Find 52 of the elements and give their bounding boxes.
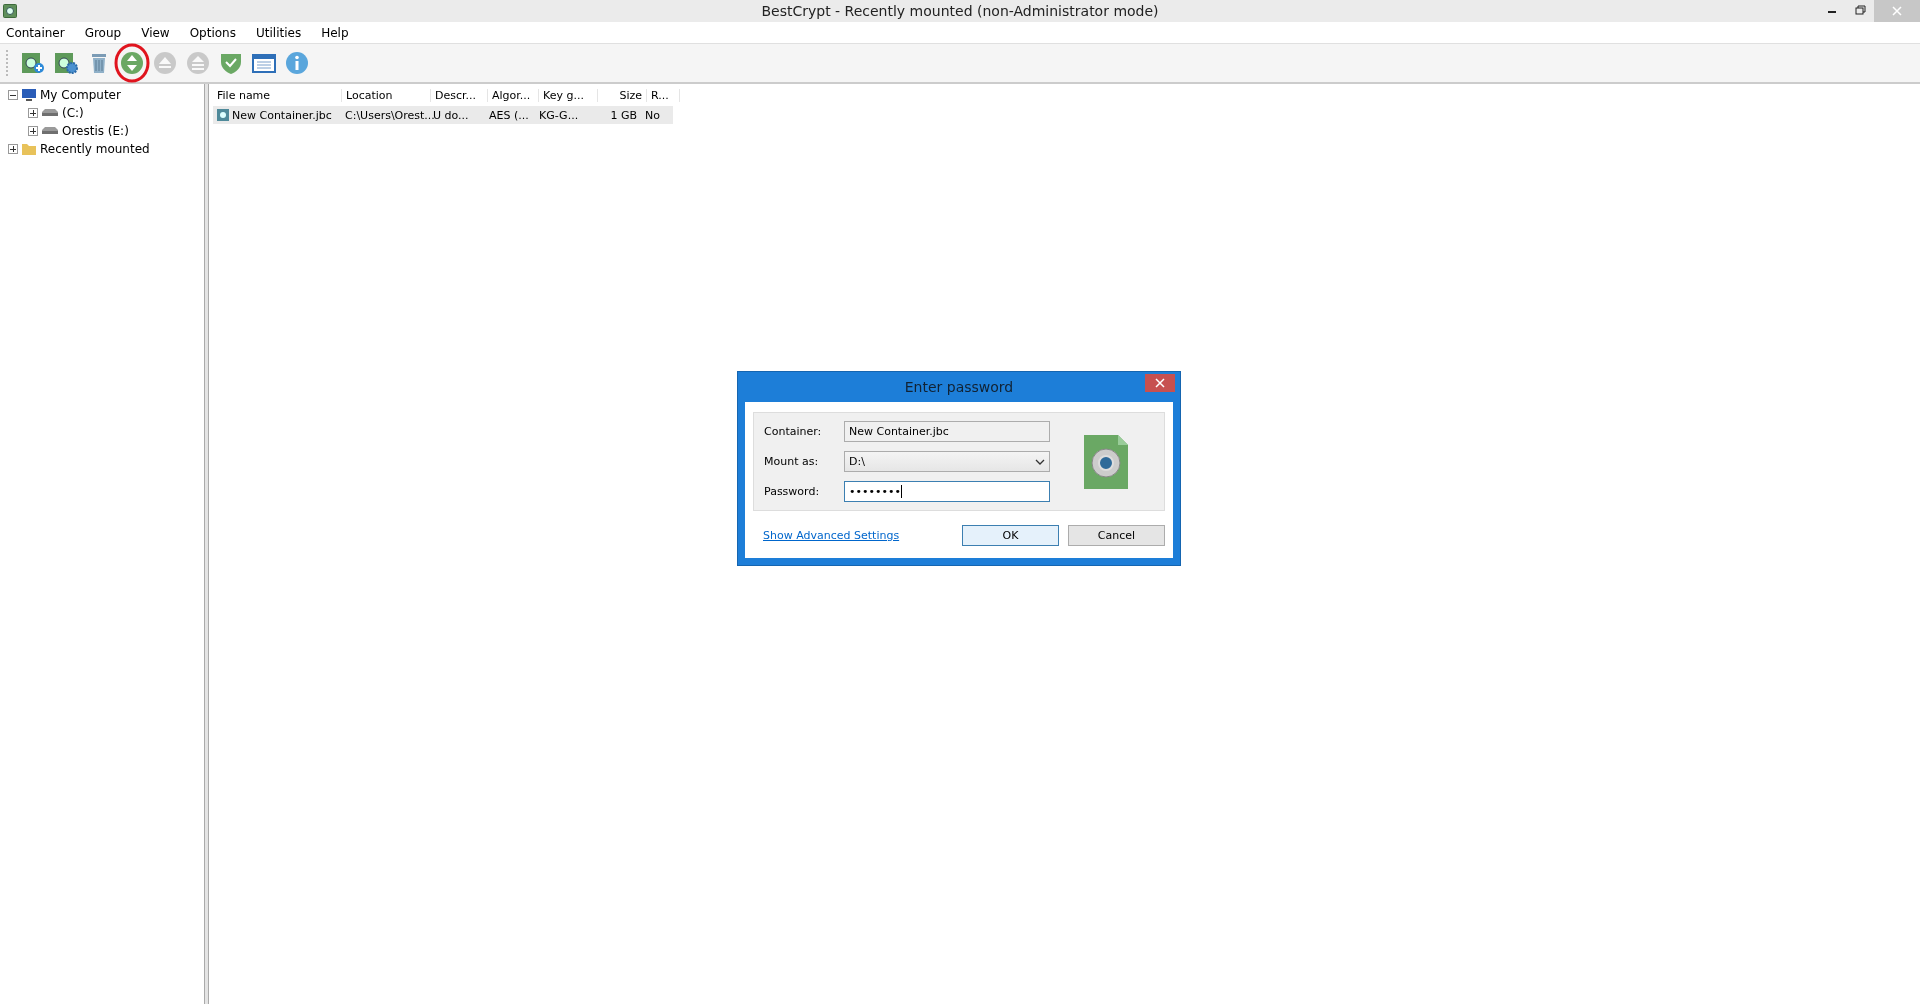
menu-item[interactable]: Help [321, 25, 349, 40]
app-icon [3, 4, 17, 18]
window-title: BestCrypt - Recently mounted (non-Administrator mode) [761, 3, 1159, 19]
drive-icon [41, 126, 59, 136]
container-gear-icon[interactable] [53, 50, 79, 76]
cancel-button[interactable]: Cancel [1068, 525, 1165, 546]
mount-dropdown[interactable]: D:\ [844, 451, 1050, 472]
column-header[interactable]: Size [598, 88, 647, 102]
computer-icon [21, 88, 37, 102]
menu-item[interactable]: Container [6, 25, 65, 40]
expander-icon[interactable] [8, 90, 18, 100]
column-header[interactable]: Algor... [488, 88, 539, 102]
column-header[interactable]: Key g... [539, 88, 598, 102]
field-label: Password: [764, 485, 821, 498]
column-header[interactable]: R... [647, 88, 680, 102]
table-row[interactable]: New Container.jbc C:\Users\Orest...U do... AES (... KG-G... 1 GB No [213, 106, 673, 124]
drive-icon [41, 108, 59, 118]
column-header[interactable]: Descr... [431, 88, 488, 102]
container-file-icon [217, 109, 229, 121]
expander-icon[interactable] [28, 126, 38, 136]
caret-icon [1035, 458, 1045, 465]
table-cell: 1 GB [610, 108, 637, 122]
ok-button[interactable]: OK [962, 525, 1059, 546]
table-cell: KG-G... [539, 108, 579, 122]
table-cell: C:\Users\Orest... [345, 108, 435, 122]
tree-item[interactable]: My Computer [40, 88, 121, 102]
container-plus-icon[interactable] [20, 50, 46, 76]
field-label: Mount as: [764, 455, 820, 468]
safe-file-icon [1084, 434, 1128, 489]
close-icon[interactable] [1145, 374, 1175, 392]
dialog-title: Enter password [904, 379, 1014, 395]
menu-item[interactable]: View [141, 25, 170, 40]
table-cell: New Container.jbc [232, 108, 332, 122]
container-field[interactable]: New Container.jbc [844, 421, 1050, 442]
column-header[interactable]: Location [342, 88, 431, 102]
table-cell: No [645, 108, 660, 122]
tree-item[interactable]: Recently mounted [40, 142, 150, 156]
field-label: Container: [764, 425, 823, 438]
advanced-settings-link[interactable]: Show Advanced Settings [763, 529, 900, 542]
table-cell: U do... [433, 108, 469, 122]
menu-item[interactable]: Utilities [256, 25, 302, 40]
tree-item[interactable]: Orestis (E:) [62, 124, 129, 138]
menu-item[interactable]: Group [84, 25, 122, 40]
menu-item[interactable]: Options [189, 25, 236, 40]
column-header[interactable]: File name [213, 88, 342, 102]
tree-item[interactable]: (C:) [62, 106, 84, 120]
table-cell: AES (... [489, 108, 529, 122]
info-icon[interactable] [284, 50, 310, 76]
expander-icon[interactable] [28, 108, 38, 118]
folder-icon [21, 142, 37, 156]
expander-icon[interactable] [8, 144, 18, 154]
password-field[interactable]: •••••••• [844, 481, 1050, 502]
